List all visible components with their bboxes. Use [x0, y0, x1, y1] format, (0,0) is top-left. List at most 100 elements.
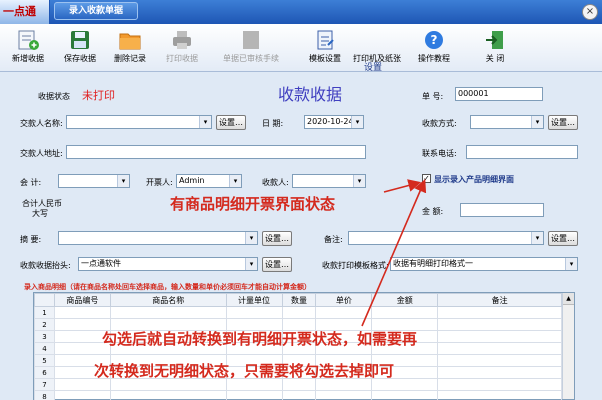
- window-close-button[interactable]: ×: [582, 4, 598, 20]
- chevron-down-icon: ▾: [353, 175, 365, 187]
- row-number: 3: [34, 330, 55, 343]
- col-header: 金额: [371, 293, 439, 307]
- chevron-down-icon: ▾: [117, 175, 129, 187]
- summary-select[interactable]: ▾: [58, 231, 258, 245]
- grid-cell[interactable]: [437, 342, 562, 355]
- grid-scrollbar[interactable]: ▲: [562, 293, 574, 399]
- scroll-up-icon[interactable]: ▲: [563, 293, 574, 305]
- summary-label: 摘 要:: [20, 235, 42, 244]
- close-form-label: 关 闭: [485, 54, 505, 63]
- show-detail-label: 显示录入产品明细界面: [434, 175, 514, 184]
- receiver-select[interactable]: ▾: [292, 174, 366, 188]
- print-template-label: 收款打印模板格式:: [322, 261, 389, 270]
- row-number: 8: [34, 390, 55, 400]
- grid-cell[interactable]: [437, 378, 562, 391]
- print-template-select[interactable]: 收据有明细打印格式一 ▾: [390, 257, 578, 271]
- remark-select[interactable]: ▾: [348, 231, 544, 245]
- printer-paper-button[interactable]: 打印机及纸张: [350, 26, 404, 70]
- receipt-header-setting-button[interactable]: 设置…: [262, 257, 292, 272]
- grid-cell[interactable]: [315, 390, 373, 400]
- toolbar: 新增收据 保存收据 删除记录 打印收据 单据已审核手续 模板设置 设置 打印机及…: [0, 24, 602, 73]
- grid-cell[interactable]: [281, 306, 317, 319]
- date-value: 2020-10-24: [307, 117, 354, 126]
- grid-cell[interactable]: [109, 306, 227, 319]
- grid-cell[interactable]: [437, 390, 562, 400]
- save-receipt-button[interactable]: 保存收据: [58, 26, 102, 70]
- number-field[interactable]: 000001: [455, 87, 543, 101]
- print-template-value: 收据有明细打印格式一: [393, 259, 473, 268]
- title-bar: 一点通 录入收款单据 ×: [0, 0, 602, 24]
- new-receipt-button[interactable]: 新增收据: [6, 26, 50, 70]
- grid-cell[interactable]: [371, 390, 439, 400]
- grid-cell[interactable]: [315, 306, 373, 319]
- accountant-label: 会 计:: [20, 178, 42, 187]
- table-row[interactable]: 8: [34, 390, 562, 400]
- table-row[interactable]: 1: [34, 306, 562, 319]
- remark-label: 备注:: [324, 235, 343, 244]
- payer-select[interactable]: ▾: [66, 115, 212, 129]
- close-form-button[interactable]: 关 闭: [476, 26, 514, 70]
- pay-method-setting-button[interactable]: 设置…: [548, 115, 578, 130]
- help-icon: ?: [425, 31, 443, 49]
- receipt-form: 收据状态 未打印 收款收据 单 号: 000001 交款人名称: ▾ 设置… 日…: [0, 73, 602, 400]
- grid-cell[interactable]: [437, 306, 562, 319]
- chevron-down-icon: ▾: [531, 232, 543, 244]
- print-receipt-label: 打印收据: [166, 54, 198, 63]
- grid-cell[interactable]: [53, 390, 111, 400]
- audit-button[interactable]: 单据已审核手续: [216, 26, 286, 70]
- date-label: 日 期:: [262, 119, 284, 128]
- col-header: 商品名称: [109, 293, 227, 307]
- delete-record-label: 删除记录: [114, 54, 146, 63]
- delete-record-button[interactable]: 删除记录: [108, 26, 152, 70]
- grid-cell[interactable]: [225, 306, 283, 319]
- svg-text:?: ?: [431, 33, 438, 47]
- template-icon: [317, 30, 334, 50]
- grid-cell[interactable]: [371, 306, 439, 319]
- grid-cell[interactable]: [109, 390, 227, 400]
- grid-cell[interactable]: [437, 318, 562, 331]
- save-icon: [71, 31, 89, 49]
- chevron-down-icon: ▾: [531, 116, 543, 128]
- template-settings-button[interactable]: 模板设置: [306, 26, 344, 70]
- summary-setting-button[interactable]: 设置…: [262, 231, 292, 246]
- payer-setting-button[interactable]: 设置…: [216, 115, 246, 130]
- row-number: 6: [34, 366, 55, 379]
- chevron-down-icon: ▾: [565, 258, 577, 270]
- print-receipt-button[interactable]: 打印收据: [160, 26, 204, 70]
- receipt-header-value: 一点通软件: [81, 259, 121, 268]
- issuer-value: Admin: [179, 176, 205, 185]
- state-annotation: 有商品明细开票界面状态: [170, 195, 336, 213]
- printer-settings-icon: [365, 29, 389, 51]
- show-detail-checkbox[interactable]: ✓: [422, 174, 431, 183]
- audit-icon: [243, 31, 259, 49]
- grid-cell[interactable]: [281, 390, 317, 400]
- amount-field[interactable]: [460, 203, 544, 217]
- row-number: 1: [34, 306, 55, 319]
- new-receipt-label: 新增收据: [12, 54, 44, 63]
- remark-setting-button[interactable]: 设置…: [548, 231, 578, 246]
- checkmark-icon: ✓: [423, 174, 430, 183]
- row-number-header: [34, 293, 55, 307]
- grid-cell[interactable]: [437, 330, 562, 343]
- grid-cell[interactable]: [437, 354, 562, 367]
- receipt-header-label: 收款收据抬头:: [20, 261, 71, 270]
- issuer-select[interactable]: Admin ▾: [176, 174, 242, 188]
- amount-label: 金 额:: [422, 207, 444, 216]
- grid-cell[interactable]: [225, 390, 283, 400]
- date-picker[interactable]: 2020-10-24 ▾: [304, 115, 364, 129]
- row-number: 7: [34, 378, 55, 391]
- accountant-select[interactable]: ▾: [58, 174, 130, 188]
- chevron-down-icon: ▾: [245, 258, 257, 270]
- grid-cell[interactable]: [53, 306, 111, 319]
- phone-label: 联系电话:: [422, 149, 457, 158]
- number-label: 单 号:: [422, 92, 444, 101]
- tutorial-button[interactable]: ? 操作教程: [412, 26, 456, 70]
- chevron-down-icon: ▾: [199, 116, 211, 128]
- form-title: 收款收据: [278, 85, 343, 104]
- payer-address-field[interactable]: [66, 145, 366, 159]
- grid-cell[interactable]: [437, 366, 562, 379]
- phone-field[interactable]: [466, 145, 578, 159]
- window-title: 录入收款单据: [54, 2, 139, 20]
- receipt-header-select[interactable]: 一点通软件 ▾: [78, 257, 258, 271]
- pay-method-select[interactable]: ▾: [470, 115, 544, 129]
